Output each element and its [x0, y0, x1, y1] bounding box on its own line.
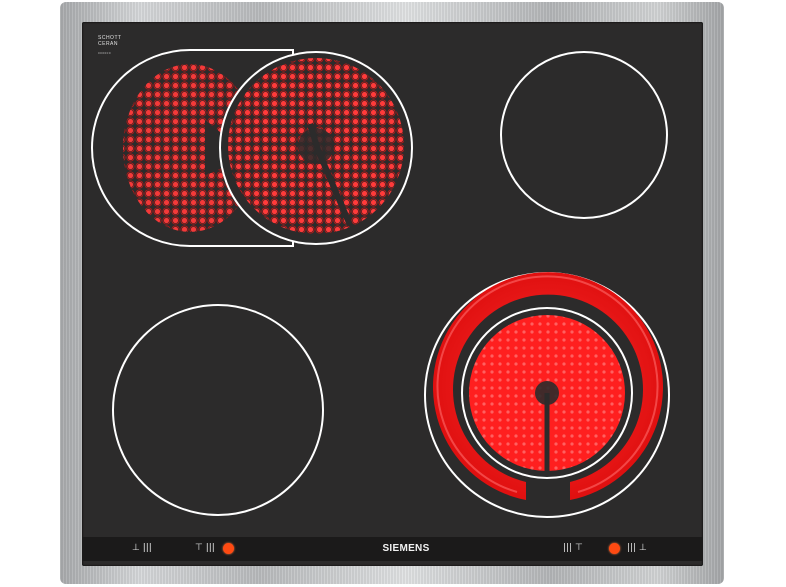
logo-line-2: CERAN [98, 41, 119, 47]
control-strip: ⊥ ||| ⊤ ||| SIEMENS ||| ⊤ ||| ⊥ [82, 537, 703, 561]
logo-code: 000000 [98, 51, 112, 55]
glass-brand-logo: SCHOTT CERAN 000000 [98, 35, 122, 56]
left-inner-zone-symbol: ⊤ ||| [195, 543, 215, 553]
front-right-dual-zone [424, 272, 670, 518]
brand-name: SIEMENS [382, 543, 430, 554]
left-indicator-light [223, 543, 234, 554]
front-left-zone [112, 304, 324, 516]
rear-right-zone [500, 51, 668, 219]
left-outer-zone-symbol: ⊥ ||| [132, 543, 152, 553]
right-outer-zone-symbol: ||| ⊥ [627, 543, 647, 553]
right-indicator-light [609, 543, 620, 554]
cooking-zones [91, 49, 670, 518]
right-inner-zone-symbol: ||| ⊤ [563, 543, 583, 553]
rear-left-extended-zone [91, 49, 413, 247]
